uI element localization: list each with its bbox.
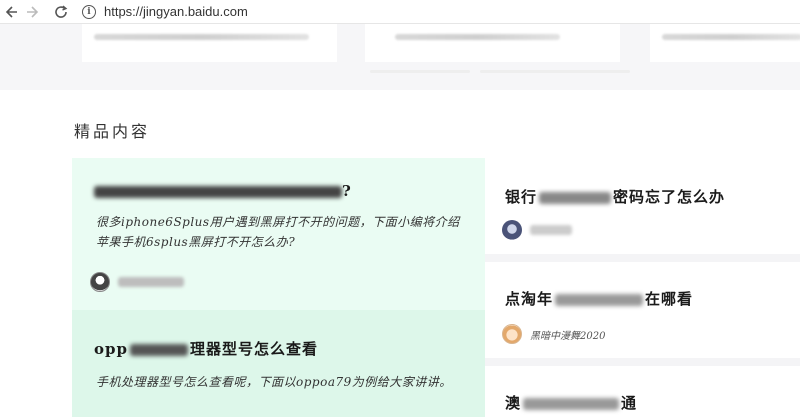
featured-card[interactable]: 银行 密码忘了怎么办 — [485, 158, 800, 254]
card-description: 很多iphone6Splus用户遇到黑屏打不开的问题，下面小编将介绍苹果手机6s… — [96, 215, 460, 249]
top-card[interactable] — [82, 24, 337, 62]
info-icon[interactable]: i — [82, 4, 96, 19]
forward-button[interactable] — [22, 1, 44, 23]
avatar[interactable] — [90, 272, 110, 292]
featured-card[interactable]: ? 很多iphone6Splus用户遇到黑屏打不开的问题，下面小编将介绍苹果手机… — [72, 158, 485, 310]
top-card[interactable] — [365, 24, 620, 62]
browser-toolbar: i https://jingyan.baidu.com — [0, 0, 800, 24]
back-button[interactable] — [0, 1, 22, 23]
card-title-prefix: 澳 — [505, 394, 522, 412]
avatar[interactable] — [502, 220, 522, 240]
card-title[interactable]: 银行 密码忘了怎么办 — [505, 186, 725, 207]
card-author[interactable]: 黑暗中漫舞2020 — [502, 324, 605, 344]
card-description: 手机处理器型号怎么查看呢，下面以oppoa79为例给大家讲讲。 — [96, 375, 452, 389]
featured-card[interactable]: 点淘年 在哪看 黑暗中漫舞2020 — [485, 262, 800, 358]
blurred-text — [555, 294, 644, 306]
card-title[interactable]: 点淘年 在哪看 — [505, 288, 693, 309]
card-title-prefix: opp — [94, 340, 128, 358]
top-card-strip — [0, 24, 800, 90]
avatar[interactable] — [502, 324, 522, 344]
featured-left-column: ? 很多iphone6Splus用户遇到黑屏打不开的问题，下面小编将介绍苹果手机… — [72, 158, 485, 417]
divider — [370, 70, 470, 73]
blurred-text — [662, 34, 800, 40]
top-card[interactable] — [650, 24, 800, 62]
blurred-text — [94, 34, 309, 40]
card-author[interactable] — [90, 272, 184, 292]
author-name[interactable]: 黑暗中漫舞2020 — [530, 327, 605, 342]
card-title-prefix: 点淘年 — [505, 290, 554, 308]
featured-right-column: 银行 密码忘了怎么办 点淘年 在哪看 黑暗中漫舞2020 澳通 — [485, 158, 800, 417]
blurred-author-name — [530, 225, 572, 235]
section-title: 精品内容 — [74, 122, 151, 141]
card-title-tail: ? — [342, 182, 352, 200]
card-title-suffix: 通 — [621, 394, 638, 412]
card-title-suffix: 理器型号怎么查看 — [189, 340, 318, 358]
blurred-text — [94, 186, 342, 198]
featured-card[interactable]: 澳通 — [485, 366, 800, 417]
blurred-text — [129, 344, 188, 356]
card-title[interactable]: ? — [94, 182, 352, 200]
divider — [480, 70, 630, 73]
card-title-prefix: 银行 — [505, 188, 538, 206]
blurred-text — [539, 192, 612, 204]
card-title-suffix: 在哪看 — [645, 290, 694, 308]
blurred-author-name — [118, 277, 184, 287]
arrow-right-icon — [27, 5, 39, 18]
blurred-text — [395, 34, 560, 40]
arrow-left-icon — [5, 5, 17, 18]
reload-icon — [55, 4, 68, 18]
featured-card[interactable]: opp 理器型号怎么查看 手机处理器型号怎么查看呢，下面以oppoa79为例给大家… — [72, 310, 485, 417]
card-author[interactable] — [502, 220, 572, 240]
card-title[interactable]: opp 理器型号怎么查看 — [94, 338, 318, 359]
reload-button[interactable] — [50, 1, 72, 23]
card-title[interactable]: 澳通 — [505, 392, 637, 413]
blurred-text — [523, 398, 620, 410]
card-title-suffix: 密码忘了怎么办 — [613, 188, 726, 206]
address-bar-url[interactable]: https://jingyan.baidu.com — [104, 4, 248, 19]
